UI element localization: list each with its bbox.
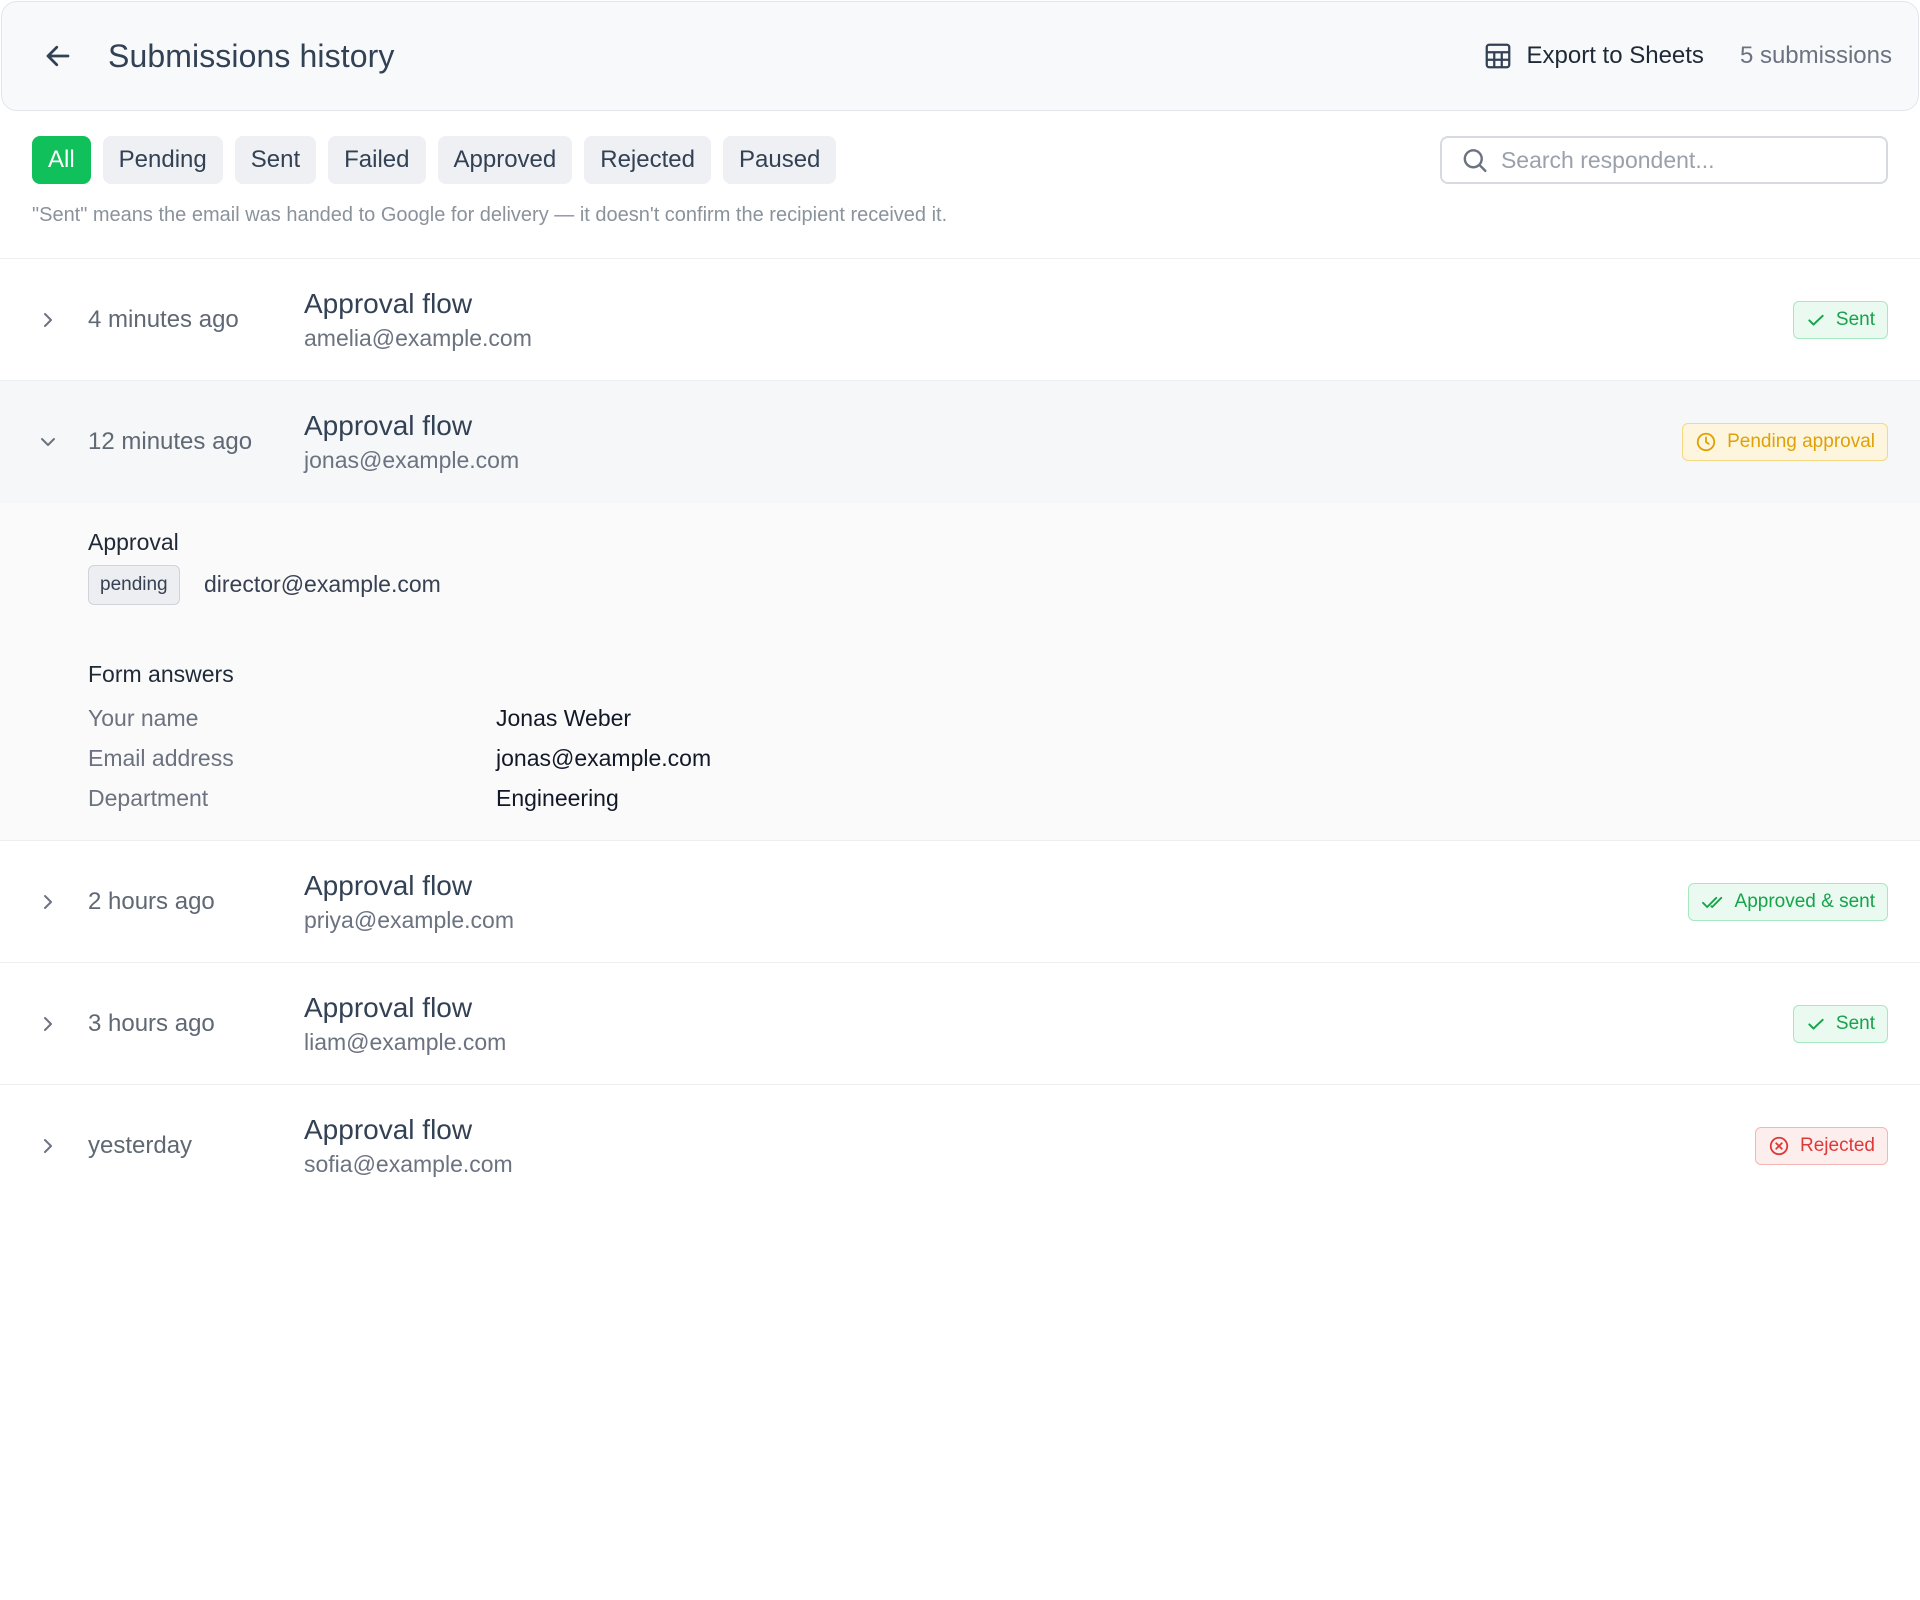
delivery-note: "Sent" means the email was handed to Goo… [32, 204, 948, 226]
double-check-icon [1701, 896, 1722, 908]
clock-icon [1696, 432, 1716, 452]
status-label: Rejected [1800, 1135, 1875, 1156]
respondent-email: sofia@example.com [304, 1151, 513, 1177]
status-badge: Rejected [1755, 1127, 1888, 1165]
x-circle-icon [1769, 1136, 1789, 1156]
submission-row[interactable]: 12 minutes ago Approval flow jonas@examp… [0, 381, 1920, 503]
search-box[interactable] [1440, 136, 1888, 184]
submission-row[interactable]: 3 hours ago Approval flow liam@example.c… [0, 963, 1920, 1085]
export-label: Export to Sheets [1526, 42, 1704, 69]
submission-time: 12 minutes ago [88, 428, 253, 455]
answer-question: Email address [88, 745, 234, 771]
status-label: Approved & sent [1734, 890, 1875, 912]
status-label: Sent [1835, 308, 1875, 330]
respondent-email: priya@example.com [304, 907, 514, 933]
chevron-right-icon[interactable] [36, 1134, 60, 1158]
filter-bar: All Pending Sent Failed Approved Rejecte… [32, 136, 837, 184]
status-label: Pending approval [1727, 431, 1875, 452]
submission-detail: Approval pending director@example.com Fo… [0, 503, 1920, 841]
filter-pending[interactable]: Pending [102, 136, 223, 184]
approval-status-tag: pending [88, 565, 180, 605]
answer-question: Department [88, 785, 209, 811]
status-badge: Approved & sent [1687, 882, 1888, 921]
search-input[interactable] [1500, 146, 1868, 174]
approval-heading: Approval [88, 529, 179, 555]
page-title: Submissions history [108, 37, 395, 74]
answer-value: jonas@example.com [496, 745, 712, 771]
filter-all[interactable]: All [32, 136, 91, 184]
submission-row[interactable]: 4 minutes ago Approval flow amelia@examp… [0, 259, 1920, 381]
flow-name: Approval flow [304, 992, 473, 1023]
submission-count: 5 submissions [1739, 42, 1892, 69]
flow-name: Approval flow [304, 410, 473, 441]
form-answers-heading: Form answers [88, 661, 234, 687]
export-to-sheets-button[interactable]: Export to Sheets [1483, 41, 1704, 71]
status-badge: Pending approval [1682, 423, 1888, 461]
chevron-right-icon[interactable] [36, 1012, 60, 1036]
filter-sent[interactable]: Sent [234, 136, 317, 184]
filter-rejected[interactable]: Rejected [584, 136, 711, 184]
chevron-right-icon[interactable] [36, 308, 60, 332]
respondent-email: jonas@example.com [304, 447, 520, 473]
flow-name: Approval flow [304, 1114, 473, 1145]
submission-time: yesterday [88, 1132, 193, 1159]
chevron-down-icon[interactable] [36, 430, 60, 454]
submissions-list: 4 minutes ago Approval flow amelia@examp… [0, 258, 1920, 1207]
check-icon [1808, 1018, 1824, 1030]
submission-row[interactable]: 2 hours ago Approval flow priya@example.… [0, 841, 1920, 963]
respondent-email: liam@example.com [304, 1029, 507, 1055]
back-button[interactable] [40, 38, 76, 74]
respondent-email: amelia@example.com [304, 325, 532, 351]
answer-question: Your name [88, 705, 199, 731]
submission-time: 3 hours ago [88, 1009, 215, 1037]
filter-paused[interactable]: Paused [722, 136, 837, 184]
approver-email: director@example.com [204, 571, 441, 597]
answer-value: Jonas Weber [496, 705, 632, 731]
search-icon [1463, 149, 1487, 173]
answer-value: Engineering [496, 785, 619, 811]
status-label: Sent [1835, 1012, 1875, 1034]
filter-failed[interactable]: Failed [328, 136, 426, 184]
submission-time: 4 minutes ago [88, 305, 239, 333]
submission-row[interactable]: yesterday Approval flow sofia@example.co… [0, 1085, 1920, 1207]
status-badge: Sent [1792, 300, 1888, 339]
table-icon [1485, 43, 1510, 69]
check-icon [1808, 314, 1824, 326]
submission-time: 2 hours ago [88, 887, 215, 915]
flow-name: Approval flow [304, 870, 473, 901]
chevron-right-icon[interactable] [36, 890, 60, 914]
flow-name: Approval flow [304, 288, 473, 319]
filter-approved[interactable]: Approved [437, 136, 573, 184]
arrow-left-icon [46, 45, 70, 67]
header-bar: Submissions history Export to Sheets 5 s… [1, 1, 1919, 111]
status-badge: Sent [1792, 1004, 1888, 1043]
